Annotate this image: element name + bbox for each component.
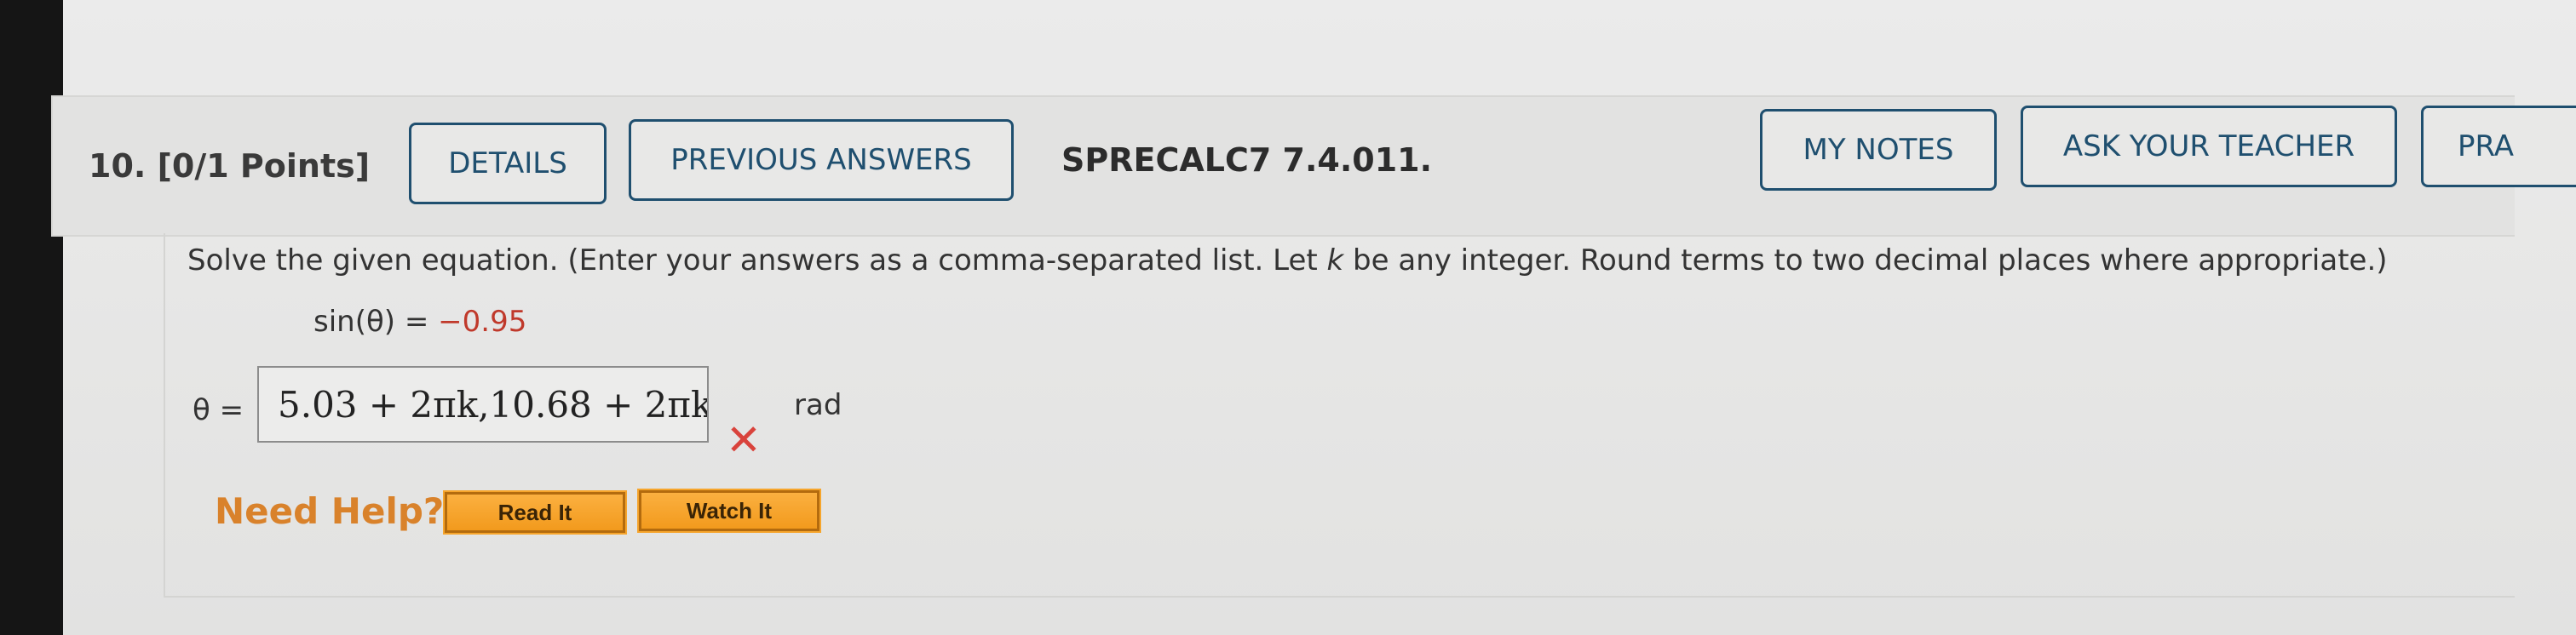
question-reference: SPRECALC7 7.4.011.	[1061, 141, 1433, 179]
answer-input[interactable]: 5.03 + 2πk,10.68 + 2πk	[257, 366, 709, 443]
question-points-label: [0/1 Points]	[157, 147, 371, 185]
question-number: 10. [0/1 Points]	[89, 147, 370, 185]
given-equation: sin(θ) = −0.95	[313, 305, 526, 339]
ask-your-teacher-button[interactable]: ASK YOUR TEACHER	[2021, 106, 2397, 187]
previous-answers-button[interactable]: PREVIOUS ANSWERS	[629, 119, 1014, 201]
watch-it-button[interactable]: Watch It	[637, 489, 821, 533]
x-mark-icon: ✕	[726, 415, 762, 465]
practice-another-button[interactable]: PRA	[2421, 106, 2576, 187]
answer-unit: rad	[794, 388, 842, 422]
equation-lhs: sin(θ) =	[313, 305, 439, 339]
my-notes-button[interactable]: MY NOTES	[1760, 109, 1997, 191]
read-it-button[interactable]: Read It	[443, 490, 627, 535]
question-number-label: 10.	[89, 147, 147, 185]
problem-instructions: Solve the given equation. (Enter your an…	[187, 243, 2388, 277]
variable-k: k	[1326, 243, 1344, 277]
instructions-text-start: Solve the given equation. (Enter your an…	[187, 243, 1327, 277]
instructions-text-end: be any integer. Round terms to two decim…	[1343, 243, 2388, 277]
answer-label: θ =	[193, 393, 244, 427]
details-button[interactable]: DETAILS	[409, 123, 607, 204]
need-help-label: Need Help?	[215, 490, 445, 532]
equation-rhs-value: −0.95	[438, 305, 527, 339]
